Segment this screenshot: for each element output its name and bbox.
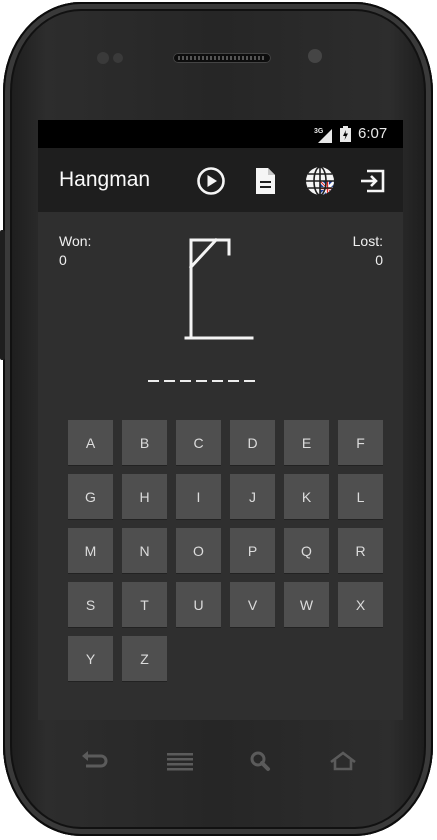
won-label: Won: <box>59 233 92 249</box>
language-globe-icon[interactable] <box>303 164 337 198</box>
letter-key-w[interactable]: W <box>284 582 329 627</box>
exit-icon[interactable] <box>356 164 390 198</box>
letter-key-b[interactable]: B <box>122 420 167 465</box>
letter-key-r[interactable]: R <box>338 528 383 573</box>
letter-key-j[interactable]: J <box>230 474 275 519</box>
letter-key-y[interactable]: Y <box>68 636 113 681</box>
letter-key-f[interactable]: F <box>338 420 383 465</box>
front-camera <box>308 49 322 63</box>
letter-blank <box>244 380 255 382</box>
letter-key-x[interactable]: X <box>338 582 383 627</box>
nav-bar <box>38 735 403 785</box>
back-icon[interactable] <box>80 749 110 773</box>
letter-key-z[interactable]: Z <box>122 636 167 681</box>
letter-key-l[interactable]: L <box>338 474 383 519</box>
letter-key-a[interactable]: A <box>68 420 113 465</box>
earpiece-speaker <box>173 53 271 63</box>
letter-key-u[interactable]: U <box>176 582 221 627</box>
signal-icon: 3G <box>314 128 332 143</box>
gallows-drawing <box>184 237 254 340</box>
letter-blank <box>164 380 175 382</box>
lost-value: 0 <box>375 252 383 268</box>
lost-label: Lost: <box>352 233 383 249</box>
letter-key-c[interactable]: C <box>176 420 221 465</box>
network-type-label: 3G <box>314 128 324 135</box>
letter-blank <box>212 380 223 382</box>
letter-keyboard: ABCDEF GHIJKL MNOPQR STUVWX YZ <box>68 420 383 681</box>
letter-blank <box>228 380 239 382</box>
app-title: Hangman <box>59 168 151 191</box>
status-bar: 3G 6:07 <box>38 120 403 148</box>
letter-key-h[interactable]: H <box>122 474 167 519</box>
front-sensor-2 <box>113 53 123 63</box>
letter-key-i[interactable]: I <box>176 474 221 519</box>
letter-key-v[interactable]: V <box>230 582 275 627</box>
side-volume-button[interactable] <box>0 230 5 360</box>
menu-icon[interactable] <box>165 749 195 773</box>
front-sensor <box>97 52 109 64</box>
letter-key-g[interactable]: G <box>68 474 113 519</box>
letter-blank <box>148 380 159 382</box>
game-area: Won: 0 Lost: 0 ABCDEF GHIJKL MNOPQR STUVWX Y… <box>38 212 403 720</box>
letter-key-p[interactable]: P <box>230 528 275 573</box>
letter-key-k[interactable]: K <box>284 474 329 519</box>
play-icon[interactable] <box>194 164 228 198</box>
letter-key-m[interactable]: M <box>68 528 113 573</box>
won-score: Won: 0 <box>59 232 91 270</box>
home-icon[interactable] <box>328 749 358 773</box>
battery-charging-icon <box>340 126 351 142</box>
hidden-word <box>148 380 255 382</box>
app-bar: Hangman <box>38 148 403 212</box>
document-icon[interactable] <box>248 164 282 198</box>
letter-key-d[interactable]: D <box>230 420 275 465</box>
letter-blank <box>196 380 207 382</box>
letter-blank <box>180 380 191 382</box>
letter-key-t[interactable]: T <box>122 582 167 627</box>
status-time: 6:07 <box>358 125 388 142</box>
won-value: 0 <box>59 252 67 268</box>
screen: 3G 6:07 Hangman Won: 0 Lost: 0 A B C D E… <box>38 120 403 720</box>
letter-key-q[interactable]: Q <box>284 528 329 573</box>
letter-key-s[interactable]: S <box>68 582 113 627</box>
letter-key-o[interactable]: O <box>176 528 221 573</box>
letter-key-n[interactable]: N <box>122 528 167 573</box>
search-icon[interactable] <box>246 749 276 773</box>
letter-key-e[interactable]: E <box>284 420 329 465</box>
lost-score: Lost: 0 <box>353 232 383 270</box>
